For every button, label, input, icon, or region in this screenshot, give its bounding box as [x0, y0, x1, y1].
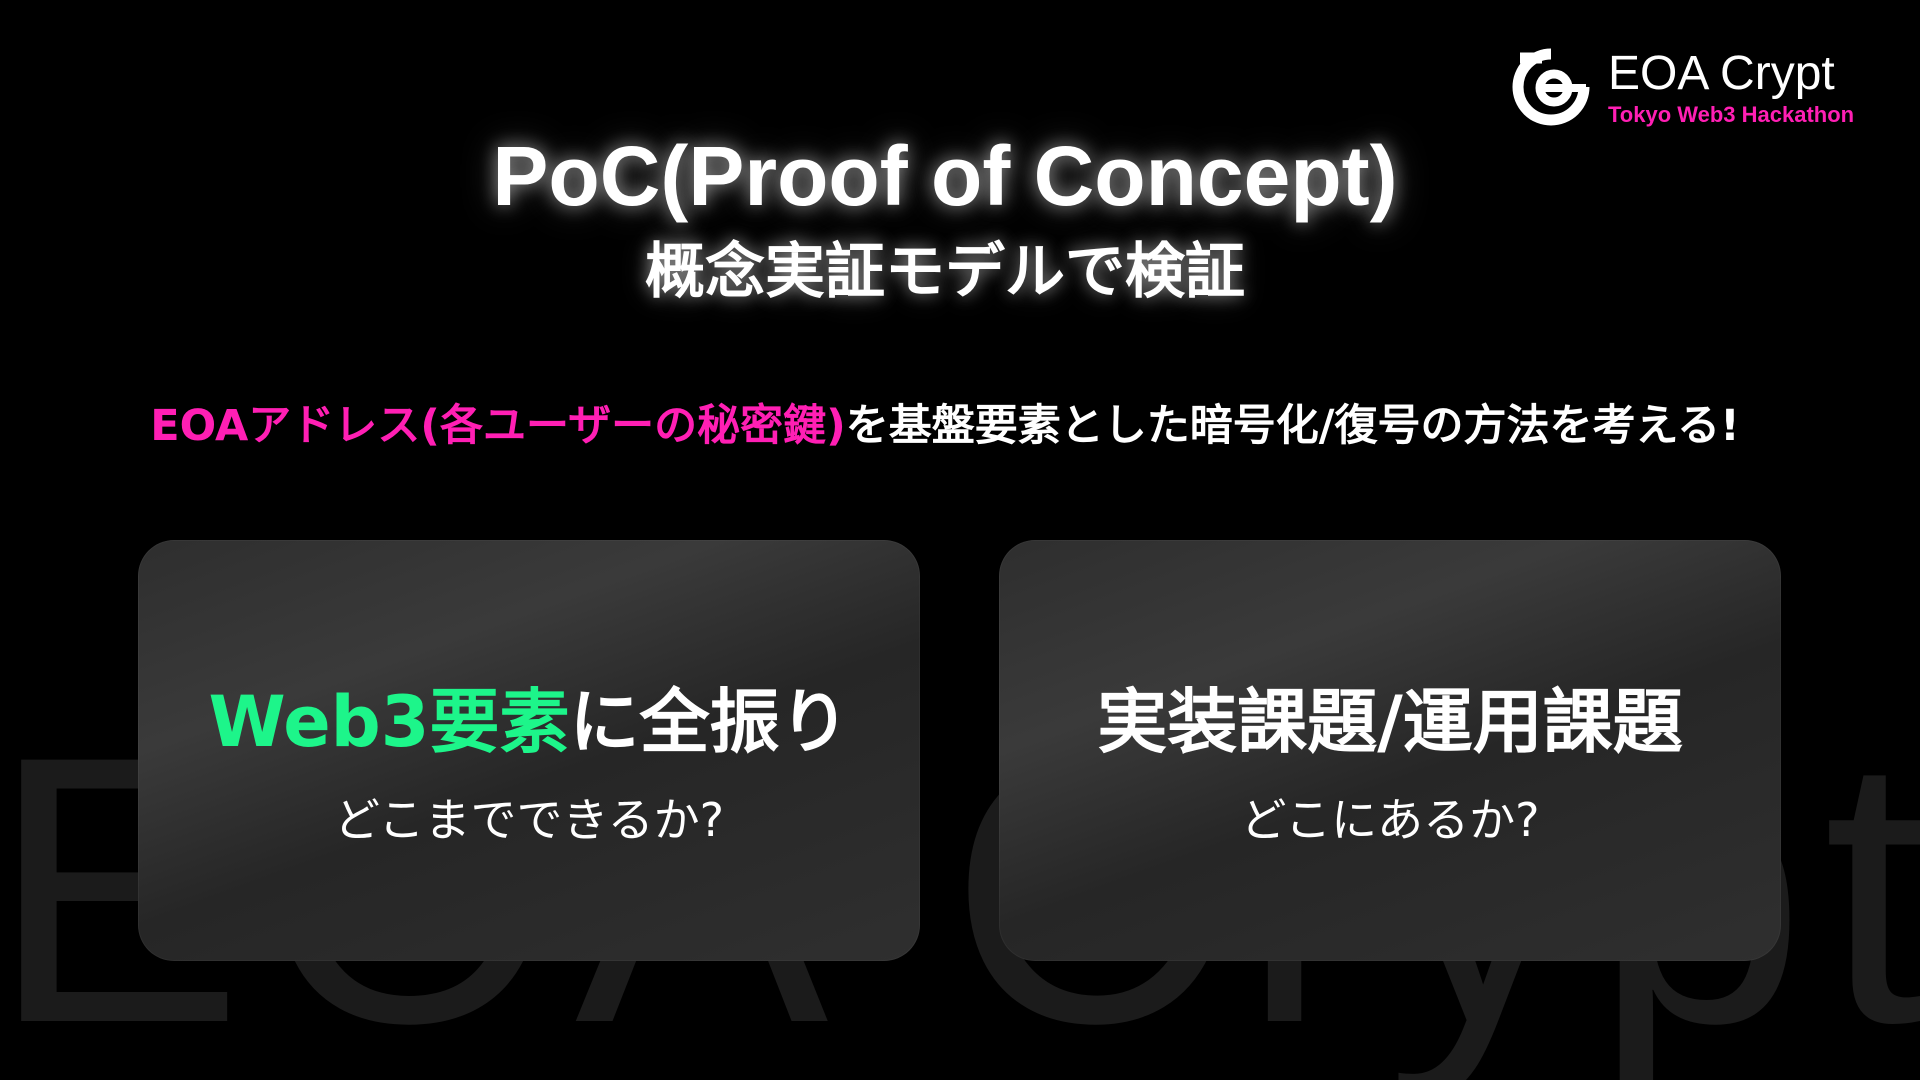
card-heading-highlight: Web3要素 — [208, 681, 570, 763]
card-issues: 実装課題/運用課題 どこにあるか? — [999, 540, 1781, 961]
logo: EOA Crypt Tokyo Web3 Hackathon — [1512, 46, 1872, 136]
card-heading-text: に全振り — [569, 681, 850, 763]
lead-statement: EOAアドレス(各ユーザーの秘密鍵)を基盤要素とした暗号化/復号の方法を考える! — [0, 398, 1890, 454]
card-heading-text: 実装課題/運用課題 — [1097, 681, 1683, 763]
page-subtitle: 概念実証モデルで検証 — [645, 237, 1245, 307]
card-heading: 実装課題/運用課題 — [999, 680, 1781, 764]
slide: EOA Crypt EOA Crypt Tokyo Web3 Hackathon… — [0, 0, 1920, 1080]
card-web3-focus: Web3要素に全振り どこまでできるか? — [138, 540, 920, 961]
logo-subtitle: Tokyo Web3 Hackathon — [1608, 102, 1855, 127]
lead-text: を基盤要素とした暗号化/復号の方法を考える! — [845, 401, 1740, 451]
card-heading: Web3要素に全振り — [138, 680, 920, 764]
lead-highlight: EOAアドレス(各ユーザーの秘密鍵) — [150, 401, 846, 451]
page-title: PoC(Proof of Concept) — [492, 129, 1398, 223]
card-subtext: どこまでできるか? — [333, 793, 725, 847]
card-subtext: どこにあるか? — [1240, 793, 1540, 847]
logo-title: EOA Crypt — [1608, 47, 1835, 100]
eoa-crypt-logo-icon — [1512, 48, 1590, 126]
